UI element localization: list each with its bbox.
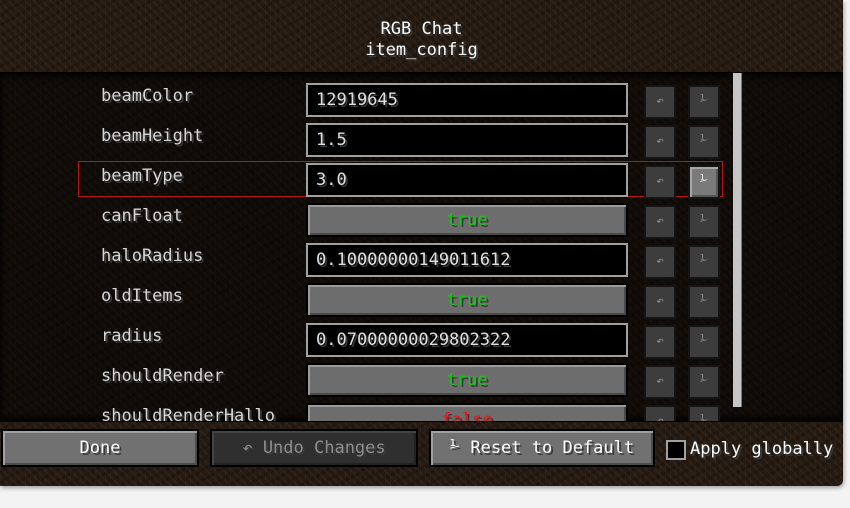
bottom-toolbar: Done ↶ Undo Changes ⅟ Reset to Default A… <box>0 421 843 486</box>
undo-icon[interactable]: ↶ <box>644 245 676 279</box>
reset-icon[interactable]: ⅟ <box>688 205 720 239</box>
config-row-oldItems: oldItems true ↶ ⅟ <box>0 283 843 319</box>
value-input[interactable]: 0.10000000149011612 <box>306 243 628 277</box>
reset-icon[interactable]: ⅟ <box>688 405 720 421</box>
config-row-shouldRenderHallo: shouldRenderHallo false ↶ ⅟ <box>0 403 843 422</box>
config-label: beamHeight <box>101 126 204 146</box>
config-entry-list[interactable]: beamColor 12919645 ↶ ⅟ beamHeight 1.5 ↶ ⅟ beamTy… <box>0 72 843 422</box>
undo-icon[interactable]: ↶ <box>644 285 676 319</box>
undo-icon[interactable]: ↶ <box>644 405 676 421</box>
undo-icon[interactable]: ↶ <box>644 325 676 359</box>
reset-icon[interactable]: ⅟ <box>688 245 720 279</box>
config-row-beamColor: beamColor 12919645 ↶ ⅟ <box>0 83 843 119</box>
config-file-title: item_config <box>365 40 478 60</box>
config-label: shouldRender <box>101 366 224 386</box>
config-row-beamType: beamType 3.0 ↶ ⅟ <box>0 161 843 199</box>
value-input[interactable]: 3.0 <box>306 163 628 197</box>
undo-icon[interactable]: ↶ <box>644 365 676 399</box>
config-screen: RGB Chat item_config beamColor 12919645 ↶ ⅟… <box>0 0 843 486</box>
apply-globally-checkbox[interactable] <box>666 440 686 460</box>
reset-icon[interactable]: ⅟ <box>688 325 720 359</box>
config-label: radius <box>101 326 163 346</box>
reset-icon[interactable]: ⅟ <box>688 285 720 319</box>
undo-icon[interactable]: ↶ <box>644 125 676 159</box>
reset-icon[interactable]: ⅟ <box>688 165 720 199</box>
config-row-beamHeight: beamHeight 1.5 ↶ ⅟ <box>0 123 843 159</box>
scrollbar[interactable] <box>733 73 742 407</box>
toggle-button[interactable]: false <box>306 403 628 421</box>
toggle-button[interactable]: true <box>306 283 628 317</box>
value-input[interactable]: 0.07000000029802322 <box>306 323 628 357</box>
config-row-haloRadius: haloRadius 0.10000000149011612 ↶ ⅟ <box>0 243 843 279</box>
value-input[interactable]: 12919645 <box>306 83 628 117</box>
value-input[interactable]: 1.5 <box>306 123 628 157</box>
config-row-canFloat: canFloat true ↶ ⅟ <box>0 203 843 239</box>
reset-to-default-button[interactable]: ⅟ Reset to Default <box>429 429 655 467</box>
undo-changes-button[interactable]: ↶ Undo Changes <box>210 429 418 467</box>
config-label: shouldRenderHallo <box>101 406 275 422</box>
toggle-button[interactable]: true <box>306 203 628 237</box>
config-label: beamType <box>101 166 183 186</box>
config-label: haloRadius <box>101 246 204 266</box>
header: RGB Chat item_config <box>0 0 843 72</box>
undo-icon[interactable]: ↶ <box>644 85 676 119</box>
undo-icon[interactable]: ↶ <box>644 205 676 239</box>
toggle-button[interactable]: true <box>306 363 628 397</box>
config-label: oldItems <box>101 286 183 306</box>
apply-globally-label: Apply globally <box>690 439 834 459</box>
reset-icon[interactable]: ⅟ <box>688 365 720 399</box>
reset-icon[interactable]: ⅟ <box>688 85 720 119</box>
mod-title: RGB Chat <box>380 19 463 39</box>
undo-icon[interactable]: ↶ <box>644 165 676 199</box>
config-label: canFloat <box>101 206 183 226</box>
config-label: beamColor <box>101 86 194 106</box>
config-row-radius: radius 0.07000000029802322 ↶ ⅟ <box>0 323 843 359</box>
config-row-shouldRender: shouldRender true ↶ ⅟ <box>0 363 843 399</box>
done-button[interactable]: Done <box>1 429 199 467</box>
reset-icon[interactable]: ⅟ <box>688 125 720 159</box>
